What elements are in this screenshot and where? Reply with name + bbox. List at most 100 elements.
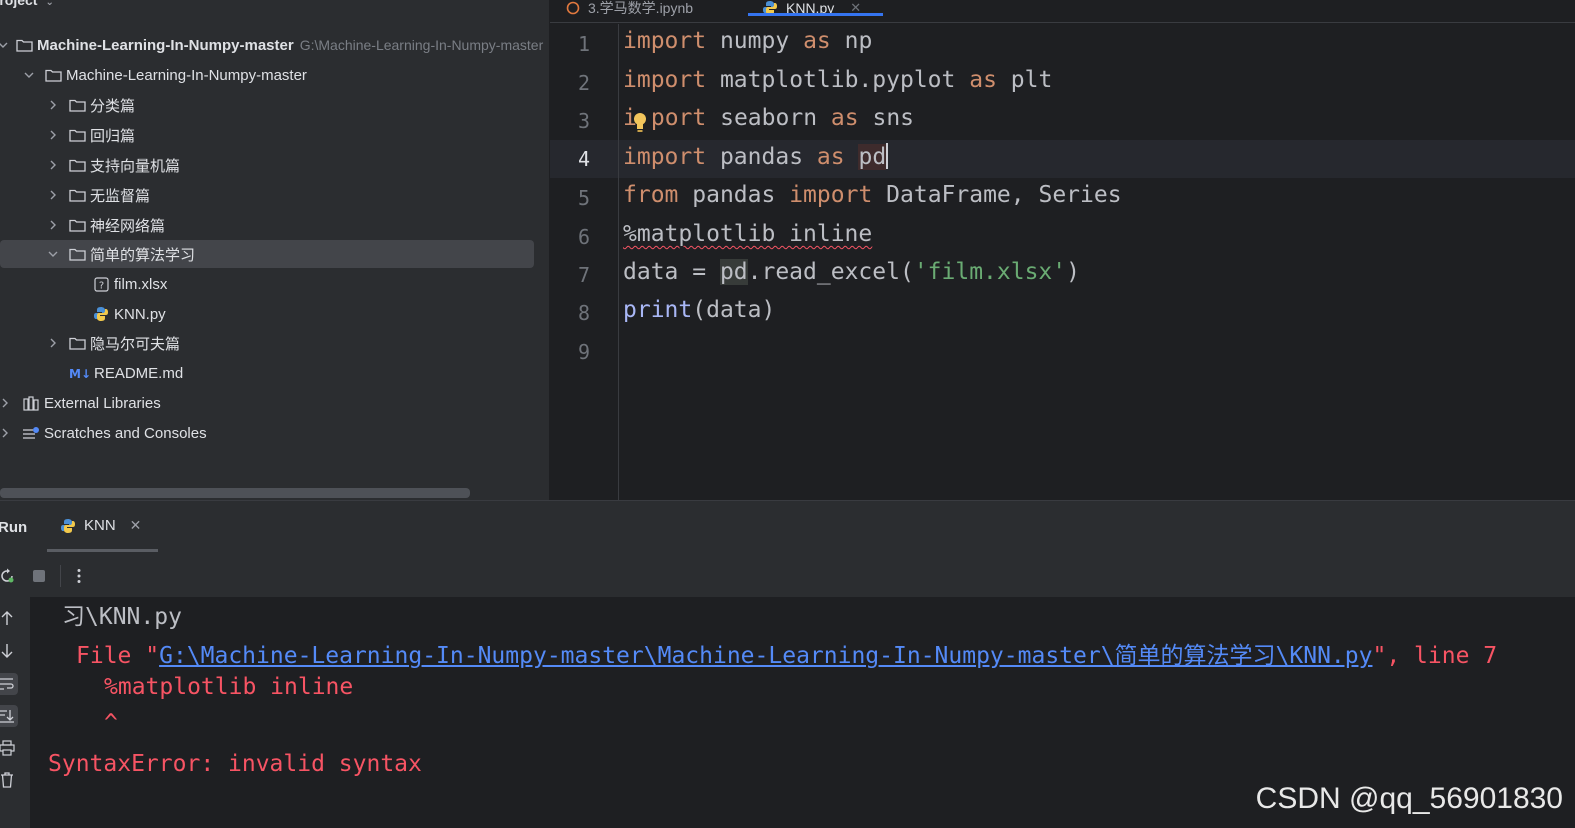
chevron-right-icon[interactable] [0,398,12,408]
chevron-down-icon[interactable]: ⌄ [45,0,53,8]
method-call: .read_excel( [747,259,914,285]
chevron-right-icon[interactable] [46,190,60,200]
chevron-down-icon[interactable] [46,249,60,259]
csdn-watermark: CSDN @qq_56901830 [1255,782,1563,815]
stop-icon[interactable] [30,567,48,585]
project-panel-title[interactable]: Project ⌄ [0,0,54,8]
console-code-line: %matplotlib inline [104,674,354,700]
line-number: 3 [577,109,590,133]
soft-wrap-icon[interactable] [0,673,18,695]
rerun-icon[interactable] [0,567,16,585]
line-number: 2 [577,71,590,95]
tree-item-label: 回归篇 [90,127,136,145]
notebook-file-icon [566,1,580,15]
folder-icon [16,37,33,53]
chevron-right-icon[interactable] [46,100,60,110]
tree-item-label: README.md [94,364,184,382]
python-file-icon [60,518,76,534]
unknown-file-icon: ? [92,276,110,292]
line-number: 9 [577,340,590,364]
more-options-icon[interactable] [70,567,88,585]
string-literal: 'film.xlsx' [913,259,1067,285]
horizontal-scrollbar[interactable] [0,488,470,498]
tree-item-folder[interactable]: 神经网络篇 [46,211,549,239]
print-icon[interactable] [0,737,18,759]
code-line[interactable]: i port seaborn as sns [623,105,914,131]
tree-item-file[interactable]: KNN.py [92,300,549,328]
file-path-link[interactable]: G:\Machine-Learning-In-Numpy-master\Mach… [159,643,1372,669]
tree-item-folder-selected[interactable]: 简单的算法学习 [0,240,534,268]
line-number: 7 [577,263,590,287]
active-tab-indicator [47,549,158,552]
module-name: matplotlib.pyplot [719,67,956,93]
chevron-down-icon[interactable] [0,40,8,50]
module-name: numpy [719,28,790,54]
tree-item-external-libraries[interactable]: External Libraries [0,389,532,417]
code-line[interactable]: from pandas import DataFrame, Series [623,182,1122,208]
folder-icon [68,335,86,351]
tree-item-folder[interactable]: Machine-Learning-In-Numpy-master [22,61,549,89]
alias: pd [858,144,887,170]
chevron-down-icon[interactable] [22,70,36,80]
chevron-right-icon[interactable] [46,338,60,348]
chevron-right-icon[interactable] [46,220,60,230]
keyword: import [789,182,873,208]
tree-item-folder[interactable]: 无监督篇 [46,181,549,209]
code-line-current[interactable]: import pandas as pd [623,143,889,170]
tree-item-label: KNN.py [114,305,166,323]
tab-notebook[interactable]: 3.学马数学.ipynb [566,0,693,22]
close-icon[interactable]: ✕ [130,517,142,534]
arrow-up-icon[interactable] [0,607,18,629]
chevron-right-icon[interactable] [46,160,60,170]
folder-icon [68,127,86,143]
tree-item-folder[interactable]: 回归篇 [46,121,549,149]
keyword: import [623,144,707,170]
tree-item-file[interactable]: M↓ README.md [68,359,549,387]
tree-item-scratches[interactable]: Scratches and Consoles [0,419,532,447]
tree-item-label: External Libraries [44,394,161,412]
chevron-right-icon[interactable] [46,130,60,140]
run-tab-label: KNN [84,517,116,534]
tree-item-label: Scratches and Consoles [44,424,207,442]
tab-knn-py[interactable]: KNN.py ✕ [748,0,884,22]
keyword: import [623,28,707,54]
keyword: from [623,182,679,208]
paren: ) [1066,259,1080,285]
run-tab-knn[interactable]: KNN ✕ [60,517,141,534]
tree-item-folder[interactable]: 隐马尔可夫篇 [46,329,549,357]
code-editor[interactable]: 3.学马数学.ipynb KNN.py ✕ 1 2 3 4 5 6 7 8 9 … [550,0,1575,500]
keyword: import [623,67,707,93]
trash-icon[interactable] [0,769,18,791]
toolbar-separator [60,565,61,587]
code-line[interactable]: print(data) [623,297,775,323]
module-name: pandas [692,182,776,208]
code-line[interactable]: import matplotlib.pyplot as plt [623,67,1052,93]
code-line[interactable]: import numpy as np [623,28,872,54]
scroll-to-end-icon[interactable] [0,705,18,727]
code-line[interactable]: %matplotlib inline [623,221,872,247]
folder-icon [68,246,86,262]
folder-icon [68,217,86,233]
tree-item-label: 简单的算法学习 [90,246,196,264]
chevron-right-icon[interactable] [0,428,12,438]
project-panel: Project ⌄ Machine-Learning-In-Numpy-maste… [0,0,549,500]
tree-item-label: 无监督篇 [90,187,151,205]
console-text: File " [76,643,160,669]
assignment: data = [623,259,720,285]
imported-names: DataFrame, Series [886,182,1122,208]
tree-item-root[interactable]: Machine-Learning-In-Numpy-master G:\Mach… [0,31,543,59]
lightbulb-icon[interactable] [632,112,648,139]
svg-text:?: ? [98,280,103,291]
project-title-label: Project [0,0,38,8]
alias: sns [872,105,915,131]
tree-item-folder[interactable]: 分类篇 [46,91,549,119]
python-file-icon [92,306,110,322]
arrow-down-icon[interactable] [0,640,18,662]
tree-item-file[interactable]: ? film.xlsx [92,270,549,298]
line-number: 1 [577,32,590,56]
code-line[interactable]: data = pd.read_excel('film.xlsx') [623,259,1080,285]
tree-item-label: 支持向量机篇 [90,157,181,175]
markdown-file-icon: M↓ [68,365,92,381]
tree-item-folder[interactable]: 支持向量机篇 [46,151,549,179]
keyword: as [830,105,859,131]
